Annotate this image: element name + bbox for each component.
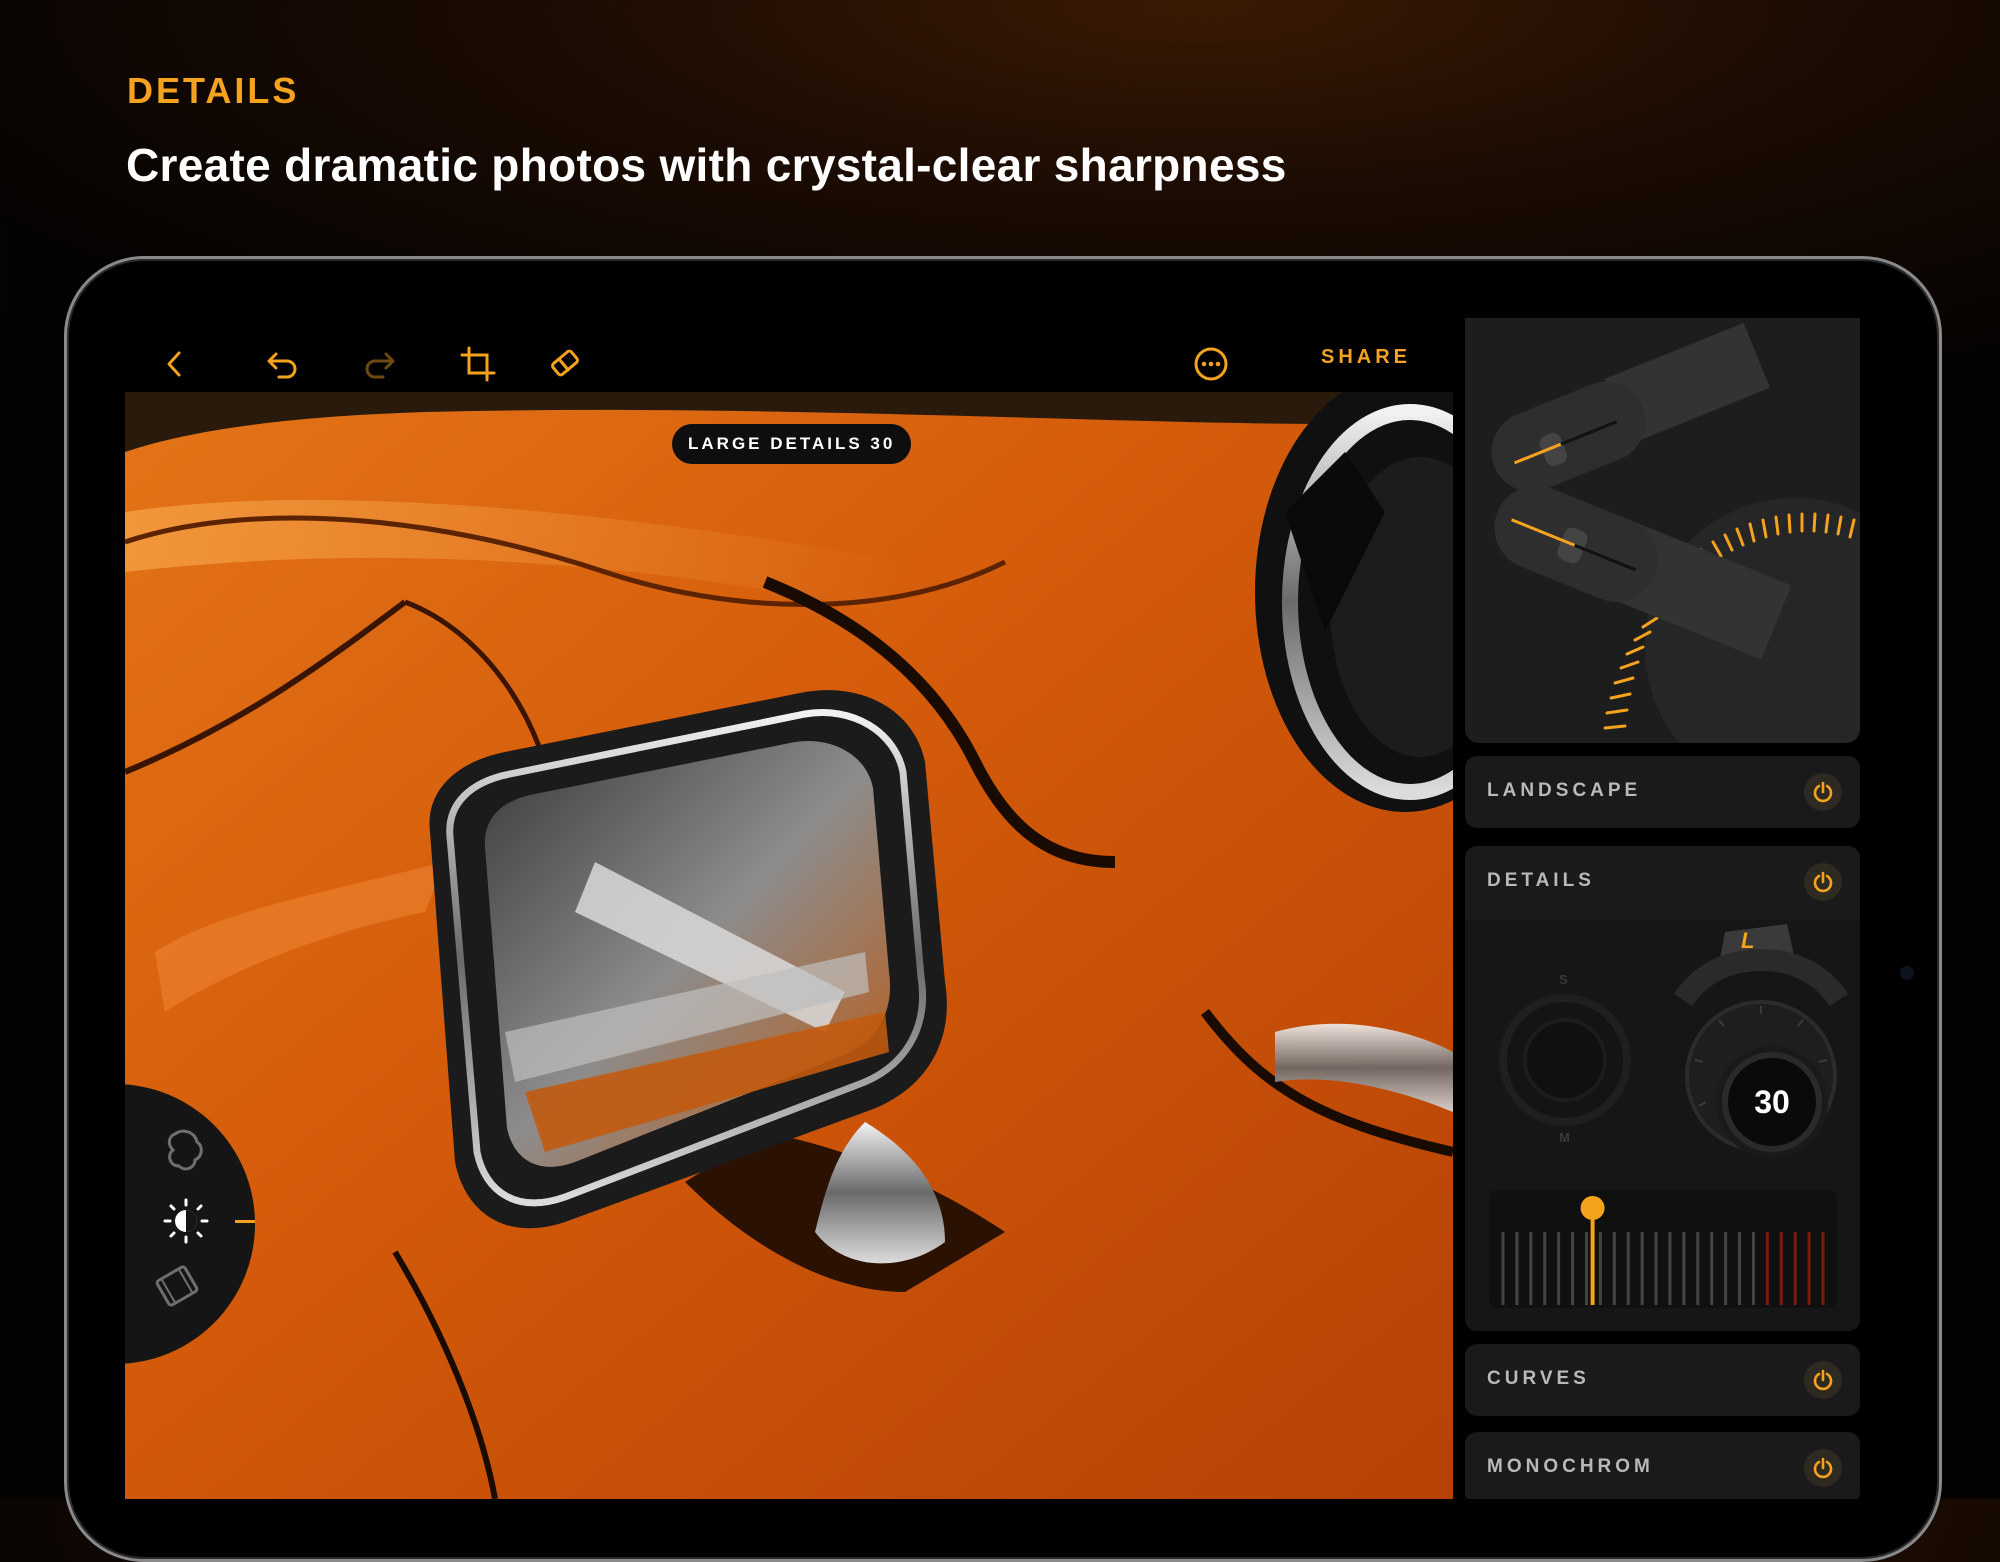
dial-tab-l[interactable]: L — [1741, 928, 1754, 954]
details-power-button[interactable] — [1804, 863, 1842, 901]
eraser-icon — [551, 349, 579, 377]
monochrom-power-button[interactable] — [1804, 1449, 1842, 1487]
active-tool-indicator — [235, 1220, 255, 1223]
dial-tab-m[interactable]: M — [1559, 1130, 1570, 1145]
crop-button[interactable] — [450, 336, 506, 392]
adjustments-panel: LANDSCAPE DETAILS S M L 30 CURVES MONOCH… — [1465, 318, 1860, 1499]
mask-icon[interactable] — [165, 1128, 205, 1174]
camera-dot — [1900, 966, 1914, 980]
details-value: 30 — [1728, 1058, 1816, 1146]
curves-row[interactable]: CURVES — [1465, 1344, 1860, 1416]
brush-illustration — [1491, 322, 1860, 743]
curves-power-button[interactable] — [1804, 1361, 1842, 1399]
curves-label: CURVES — [1487, 1368, 1590, 1389]
redo-button[interactable] — [351, 336, 407, 392]
slider-ticks — [1501, 1196, 1825, 1305]
share-button[interactable]: SHARE — [1321, 346, 1411, 369]
details-slider[interactable] — [1489, 1190, 1837, 1308]
slider-knob[interactable] — [1580, 1196, 1605, 1220]
power-icon — [1813, 781, 1833, 803]
adjust-icon[interactable] — [163, 1198, 209, 1244]
power-icon — [1813, 1369, 1833, 1391]
car-photo — [125, 392, 1453, 1499]
more-icon — [1194, 347, 1228, 381]
adjustment-badge: LARGE DETAILS 30 — [672, 424, 912, 464]
landscape-label: LANDSCAPE — [1487, 780, 1642, 801]
details-controls: S M L 30 — [1465, 920, 1860, 1331]
headline: Create dramatic photos with crystal-clea… — [126, 139, 1287, 191]
film-icon[interactable] — [153, 1262, 201, 1310]
crop-icon — [460, 346, 496, 382]
landscape-row[interactable]: LANDSCAPE — [1465, 756, 1860, 828]
eyebrow: DETAILS — [127, 70, 300, 111]
back-button[interactable] — [147, 336, 203, 392]
power-icon — [1813, 871, 1833, 893]
app-screen: SHARE LARGE DETAILS 30 LANDSCAPE DETAILS… — [125, 318, 1860, 1499]
photo-canvas[interactable]: LARGE DETAILS 30 — [125, 392, 1453, 1499]
back-icon — [167, 351, 181, 377]
redo-icon — [365, 352, 395, 379]
details-label: DETAILS — [1487, 870, 1595, 891]
landscape-power-button[interactable] — [1804, 773, 1842, 811]
brush-preview — [1465, 318, 1860, 743]
eraser-button[interactable] — [537, 336, 593, 392]
power-icon — [1813, 1457, 1833, 1479]
dial-tab-s[interactable]: S — [1559, 972, 1568, 987]
details-card: DETAILS S M L 30 — [1465, 846, 1860, 1331]
monochrom-label: MONOCHROM — [1487, 1456, 1654, 1477]
more-button[interactable] — [1183, 336, 1239, 392]
monochrom-row[interactable]: MONOCHROM — [1465, 1432, 1860, 1499]
undo-button[interactable] — [255, 336, 311, 392]
undo-icon — [267, 352, 297, 379]
